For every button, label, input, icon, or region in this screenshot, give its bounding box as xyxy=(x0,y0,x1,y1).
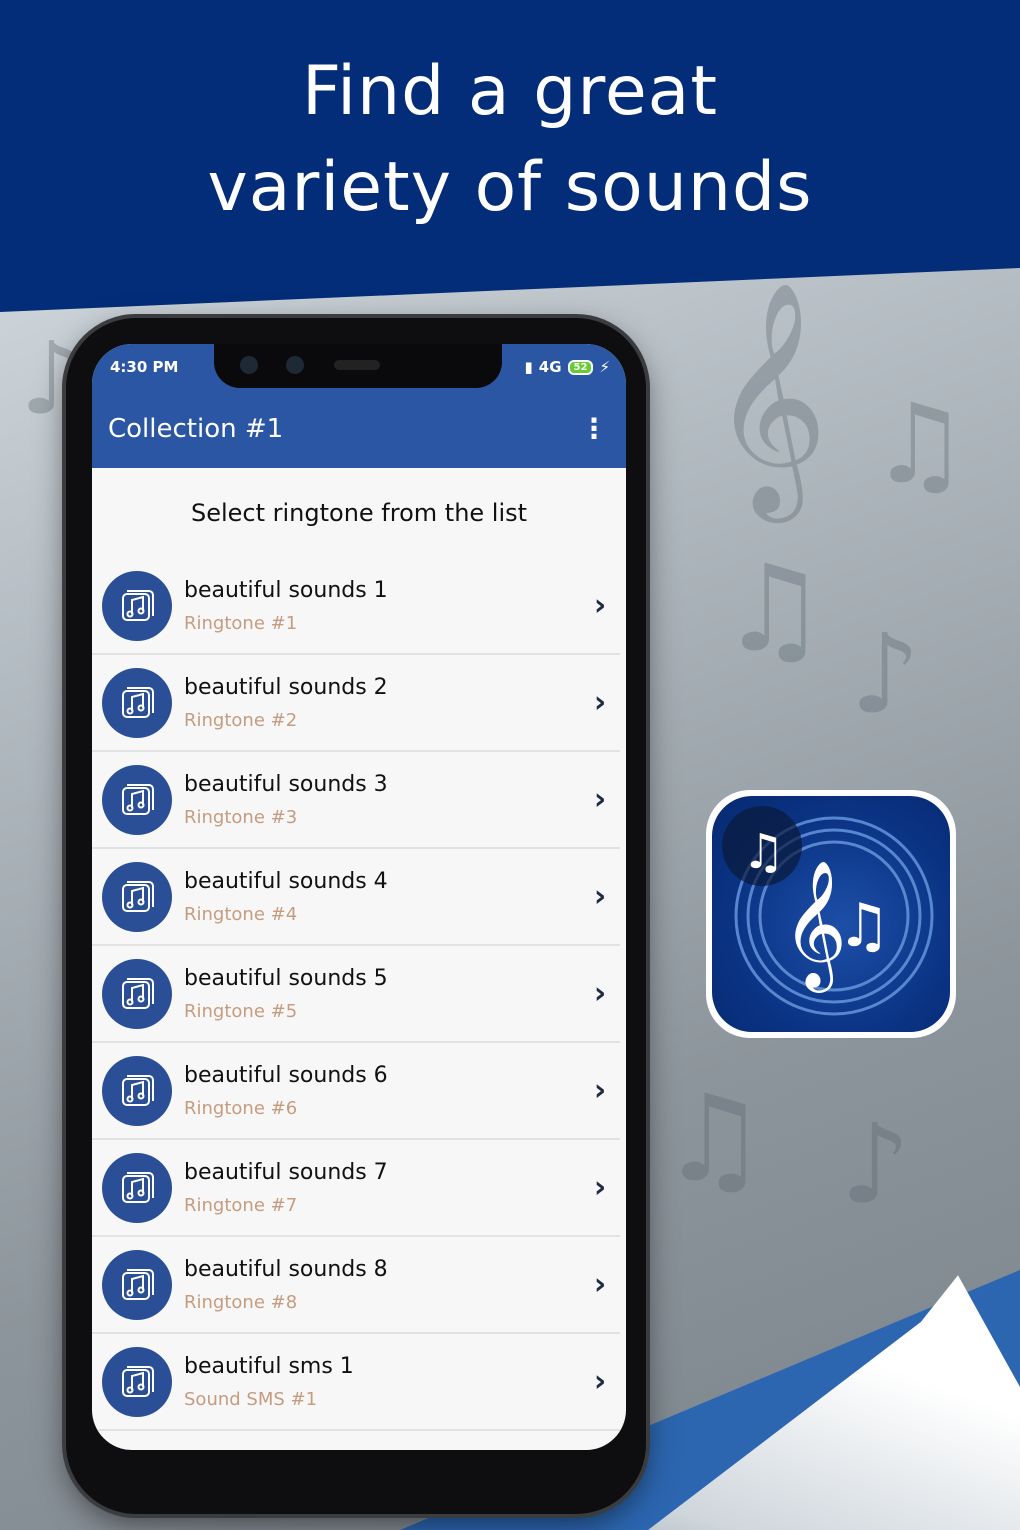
ringtone-subtitle: Ringtone #2 xyxy=(184,709,298,731)
chevron-right-icon: › xyxy=(593,879,607,914)
ringtone-list-item[interactable]: beautiful sounds 4 Ringtone #4 › xyxy=(92,849,620,946)
ringtone-title: beautiful sms 1 xyxy=(184,1353,354,1379)
promo-headline: Find a great variety of sounds xyxy=(0,44,1020,236)
ringtone-subtitle: Ringtone #8 xyxy=(184,1291,298,1313)
music-album-icon xyxy=(102,1055,172,1126)
ringtone-title: beautiful sounds 8 xyxy=(184,1256,388,1282)
camera-icon xyxy=(286,356,304,374)
app-icon-graphic: ♫ 𝄞 ♫ xyxy=(712,796,950,1032)
charging-icon: ⚡ xyxy=(599,358,610,376)
chevron-right-icon: › xyxy=(593,1073,607,1108)
more-vert-icon[interactable]: ⋮ xyxy=(580,415,608,443)
ringtone-subtitle: Ringtone #3 xyxy=(184,806,298,828)
ringtone-list-item[interactable]: beautiful sounds 6 Ringtone #6 › xyxy=(92,1043,620,1140)
ringtone-list-item[interactable]: beautiful sms 1 Sound SMS #1 › xyxy=(92,1334,620,1431)
ringtone-title: beautiful sounds 6 xyxy=(184,1062,388,1088)
network-type: 4G xyxy=(538,358,562,376)
ringtone-list-item[interactable]: beautiful sounds 8 Ringtone #8 › xyxy=(92,1237,620,1334)
phone-screen: 4:30 PM ▮ 4G 52 ⚡ Collection #1 ⋮ Select… xyxy=(92,344,626,1450)
ringtone-list: beautiful sounds 1 Ringtone #1 › beautif… xyxy=(92,558,626,1431)
headline-line-1: Find a great xyxy=(301,52,718,131)
ringtone-list-item[interactable]: beautiful sounds 1 Ringtone #1 › xyxy=(92,558,620,655)
treble-clef-icon: 𝄞 xyxy=(710,280,829,513)
ringtone-subtitle: Sound SMS #1 xyxy=(184,1388,318,1410)
ringtone-list-item[interactable]: beautiful sounds 2 Ringtone #2 › xyxy=(92,655,620,752)
music-album-icon xyxy=(102,1346,172,1417)
ringtone-title: beautiful sounds 1 xyxy=(184,577,388,603)
ringtone-subtitle: Ringtone #1 xyxy=(184,612,298,634)
music-album-icon xyxy=(102,1152,172,1223)
chevron-right-icon: › xyxy=(593,588,607,623)
music-note-icon: ♪ xyxy=(850,610,921,738)
music-note-icon: ♫ xyxy=(660,1070,768,1209)
battery-icon: 52 xyxy=(567,359,594,375)
music-note-icon: ♫ xyxy=(870,380,969,508)
music-album-icon xyxy=(102,764,172,835)
chevron-right-icon: › xyxy=(593,1364,607,1399)
app-bar: Collection #1 ⋮ xyxy=(92,390,626,468)
ringtone-subtitle: Ringtone #6 xyxy=(184,1097,298,1119)
ringtone-title: beautiful sounds 5 xyxy=(184,965,388,991)
camera-notch xyxy=(214,344,502,388)
ringtone-subtitle: Ringtone #7 xyxy=(184,1194,298,1216)
chevron-right-icon: › xyxy=(593,685,607,720)
ringtone-list-item[interactable]: beautiful sounds 3 Ringtone #3 › xyxy=(92,752,620,849)
chevron-right-icon: › xyxy=(593,1267,607,1302)
chevron-right-icon: › xyxy=(593,1170,607,1205)
ringtone-list-item[interactable]: beautiful sounds 5 Ringtone #5 › xyxy=(92,946,620,1043)
ringtone-list-item[interactable]: beautiful sounds 7 Ringtone #7 › xyxy=(92,1140,620,1237)
ringtone-subtitle: Ringtone #4 xyxy=(184,903,298,925)
chevron-right-icon: › xyxy=(593,782,607,817)
music-album-icon xyxy=(102,958,172,1029)
music-album-icon xyxy=(102,861,172,932)
ringtone-title: beautiful sounds 2 xyxy=(184,674,388,700)
music-album-icon xyxy=(102,1249,172,1320)
camera-icon xyxy=(240,356,258,374)
music-note-icon: ♫ xyxy=(837,891,891,961)
ringtone-title: beautiful sounds 7 xyxy=(184,1159,388,1185)
status-time: 4:30 PM xyxy=(110,358,179,376)
app-bar-title: Collection #1 xyxy=(108,414,284,444)
signal-icon: ▮ xyxy=(524,358,533,376)
music-album-icon xyxy=(102,570,172,641)
list-heading: Select ringtone from the list xyxy=(190,499,528,527)
speaker-grille xyxy=(334,360,380,370)
ringtone-title: beautiful sounds 4 xyxy=(184,868,388,894)
music-note-icon: ♫ xyxy=(720,540,828,679)
music-play-icon: ♫ xyxy=(742,824,785,880)
app-icon: ♫ 𝄞 ♫ xyxy=(706,790,956,1038)
music-note-icon: ♪ xyxy=(840,1100,911,1228)
music-album-icon xyxy=(102,667,172,738)
chevron-right-icon: › xyxy=(593,976,607,1011)
headline-line-2: variety of sounds xyxy=(207,148,813,227)
ringtone-title: beautiful sounds 3 xyxy=(184,771,388,797)
status-right: ▮ 4G 52 ⚡ xyxy=(525,358,610,376)
ringtone-subtitle: Ringtone #5 xyxy=(184,1000,298,1022)
